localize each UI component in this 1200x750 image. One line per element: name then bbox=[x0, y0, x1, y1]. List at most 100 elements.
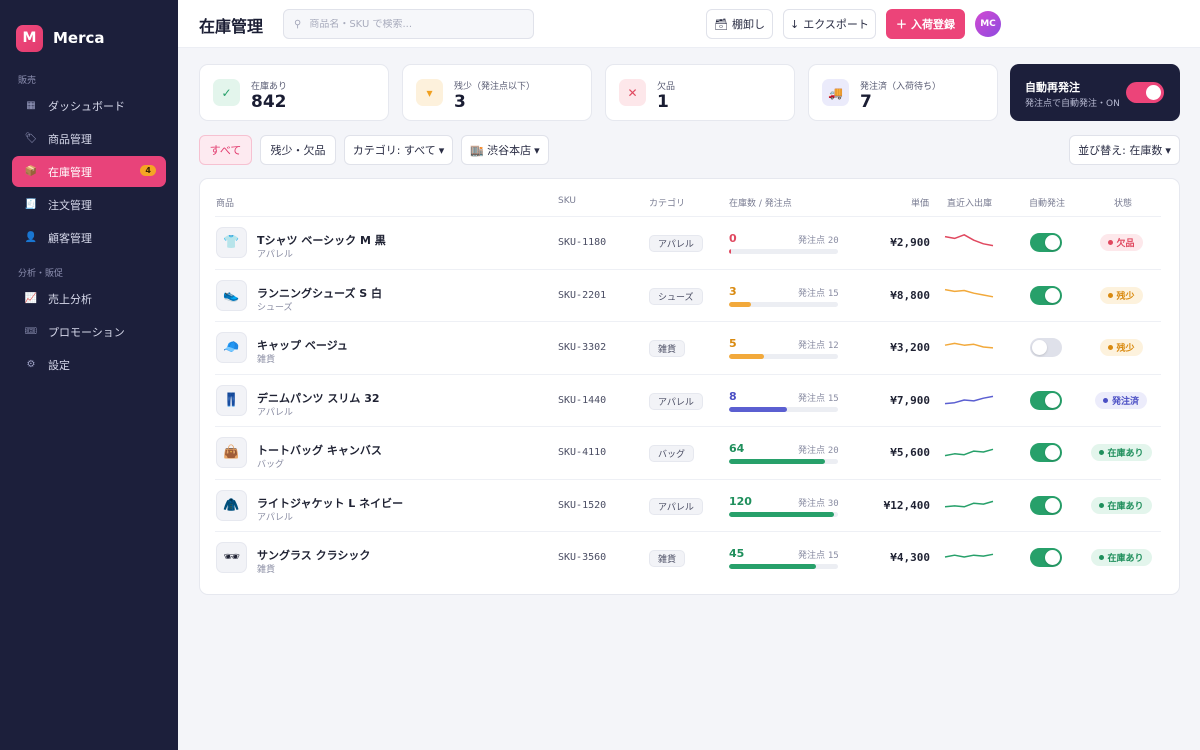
table-row[interactable]: 👕 Tシャツ ベーシック M 黒アパレル SKU-1180 アパレル 0 発注点 20 ¥2… bbox=[215, 216, 1161, 268]
sparkline-path bbox=[944, 395, 994, 404]
table-row[interactable]: 🧥 ライトジャケット L ネイビー アパレル SKU-1520 アパレル 120 発注点 3… bbox=[215, 478, 1161, 531]
sku-code: SKU-2201 bbox=[558, 289, 607, 301]
column-header-price[interactable]: 単価 bbox=[911, 196, 929, 209]
auto-reorder-toggle[interactable] bbox=[1126, 82, 1164, 103]
sidebar-item[interactable]: 🏷 商品管理 bbox=[12, 123, 166, 154]
jacket-icon: 🧥 bbox=[216, 489, 247, 521]
stock-level-fill bbox=[729, 564, 817, 569]
plus-icon: ＋ bbox=[896, 18, 907, 31]
auto-reorder-toggle[interactable] bbox=[1030, 495, 1062, 515]
receive-label: 入荷登録 bbox=[911, 18, 955, 31]
nav-section-label: 分析・販促 bbox=[18, 269, 64, 279]
table-row[interactable]: 👖 デニムパンツ スリム 32 アパレル SKU-1440 アパレル 8 発注点 15 ¥7,… bbox=[215, 373, 1161, 426]
table-row[interactable]: 🕶 サングラス クラシック 雑貨 SKU-3560 雑貨 45 発注点 15 ¥4,300 在庫… bbox=[215, 531, 1161, 583]
store-dropdown[interactable]: 🏬 渋谷本店 ▾ bbox=[461, 135, 549, 165]
reorder-point-prefix: 発注点 bbox=[798, 236, 826, 246]
column-header-status[interactable]: 状態 bbox=[1114, 196, 1132, 209]
column-header-stock[interactable]: 在庫数 / 発注点 bbox=[729, 196, 792, 209]
store-dropdown-label: 渋谷本店 bbox=[487, 144, 532, 157]
sku-code: SKU-1180 bbox=[558, 237, 607, 248]
product-name[interactable]: Tシャツ ベーシック M 黒 bbox=[257, 232, 386, 248]
sidebar-item[interactable]: ▦ ダッシュボード bbox=[12, 90, 166, 121]
export-button[interactable]: ↓ エクスポート bbox=[783, 9, 876, 39]
filter-low-chip[interactable]: 残少・欠品 bbox=[260, 135, 336, 165]
stat-card: 🚚 発注済（入荷待ち） 7 bbox=[808, 64, 998, 121]
stock-level-fill bbox=[729, 249, 732, 254]
product-name[interactable]: キャップ ベージュ bbox=[257, 337, 348, 353]
category-tag: シューズ bbox=[649, 287, 703, 305]
stock-quantity: 120 bbox=[729, 494, 752, 508]
store-icon: 🏬 bbox=[470, 143, 485, 157]
status-badge: 在庫あり bbox=[1090, 549, 1152, 566]
status-dot-icon bbox=[1107, 240, 1113, 245]
sort-dropdown[interactable]: 並び替え: 在庫数 ▾ bbox=[1069, 135, 1180, 165]
stock-level-bar bbox=[729, 511, 838, 517]
table-row[interactable]: 👟 ランニングシューズ S 白シューズ SKU-2201 シューズ 3 発注点 15 ¥8,… bbox=[215, 268, 1161, 321]
status-badge: 発注済 bbox=[1095, 391, 1148, 409]
table-row[interactable]: 🧢 キャップ ベージュ 雑貨 SKU-3302 雑貨 5 発注点 12 ¥3,200 残少 bbox=[215, 321, 1161, 373]
dashboard-icon: ▦ bbox=[26, 100, 36, 111]
sidebar-item[interactable]: ⚙ 設定 bbox=[12, 349, 166, 380]
reorder-point-value: 30 bbox=[827, 498, 839, 509]
auto-reorder-toggle[interactable] bbox=[1030, 443, 1062, 462]
sidebar-item-label: 在庫管理 bbox=[48, 165, 92, 179]
gear-icon: ⚙ bbox=[26, 359, 36, 370]
product-name[interactable]: トートバッグ キャンバス bbox=[257, 442, 382, 458]
auto-reorder-card: 自動再発注 発注点で自動発注・ON bbox=[1010, 64, 1180, 121]
box-icon: 📦 bbox=[24, 166, 38, 177]
sidebar-item[interactable]: 📦 在庫管理 4 bbox=[12, 156, 166, 187]
auto-reorder-title: 自動再発注 bbox=[1025, 81, 1080, 94]
stocktake-button[interactable]: 🗃 棚卸し bbox=[706, 9, 773, 39]
sidebar-item[interactable]: 📈 売上分析 bbox=[12, 283, 166, 314]
sidebar-item[interactable]: 🎟 プロモーション bbox=[12, 316, 166, 347]
trend-sparkline bbox=[944, 553, 994, 558]
product-name[interactable]: デニムパンツ スリム 32 bbox=[257, 390, 380, 406]
auto-reorder-toggle[interactable] bbox=[1030, 233, 1062, 252]
sidebar-item[interactable]: 👤 顧客管理 bbox=[12, 222, 166, 253]
product-name[interactable]: ランニングシューズ S 白 bbox=[257, 285, 382, 301]
category-dropdown[interactable]: カテゴリ: すべて ▾ bbox=[344, 135, 453, 165]
stat-value: 842 bbox=[251, 92, 287, 112]
filter-all-chip[interactable]: すべて bbox=[199, 135, 252, 165]
brand[interactable]: M Merca bbox=[0, 0, 178, 60]
chevron-down-icon: ▾ bbox=[438, 143, 445, 157]
check-icon: ✓ bbox=[213, 79, 240, 106]
cap-icon: 🧢 bbox=[216, 332, 247, 363]
reorder-point-value: 15 bbox=[827, 393, 839, 404]
product-subcategory: 雑貨 bbox=[257, 565, 276, 575]
product-subcategory: アパレル bbox=[257, 407, 293, 418]
unit-price: ¥4,300 bbox=[890, 551, 930, 564]
receive-button[interactable]: ＋ 入荷登録 bbox=[886, 9, 965, 39]
search-input[interactable] bbox=[309, 18, 520, 30]
column-header-sku[interactable]: SKU bbox=[558, 196, 576, 206]
auto-reorder-toggle[interactable] bbox=[1030, 390, 1062, 410]
auto-reorder-toggle[interactable] bbox=[1030, 548, 1062, 567]
avatar[interactable]: MC bbox=[975, 11, 1001, 37]
search-box[interactable]: ⚲ bbox=[283, 9, 534, 39]
product-name[interactable]: ライトジャケット L ネイビー bbox=[257, 495, 403, 511]
sku-code: SKU-1520 bbox=[558, 499, 607, 511]
category-tag: 雑貨 bbox=[649, 340, 686, 357]
product-subcategory: バッグ bbox=[257, 460, 285, 470]
filter-low-label: 残少・欠品 bbox=[270, 144, 326, 157]
caret-down-icon: ▾ bbox=[416, 79, 443, 106]
stock-quantity: 8 bbox=[729, 389, 737, 403]
auto-reorder-toggle[interactable] bbox=[1030, 285, 1062, 305]
product-name[interactable]: サングラス クラシック bbox=[257, 547, 370, 563]
column-header-product[interactable]: 商品 bbox=[216, 196, 234, 209]
stock-quantity: 64 bbox=[729, 442, 745, 455]
sku-code: SKU-3560 bbox=[558, 552, 607, 563]
truck-icon: 🚚 bbox=[822, 79, 849, 106]
stock-level-bar bbox=[729, 459, 838, 464]
sidebar-item[interactable]: 🧾 注文管理 bbox=[12, 189, 166, 220]
sparkline-path bbox=[944, 288, 994, 298]
sparkline-path bbox=[944, 553, 994, 558]
category-tag: アパレル bbox=[649, 392, 703, 410]
column-header-category[interactable]: カテゴリ bbox=[649, 196, 685, 209]
reorder-point-prefix: 発注点 bbox=[798, 446, 826, 456]
table-row[interactable]: 👜 トートバッグ キャンバス バッグ SKU-4110 バッグ 64 発注点 20 ¥5,60… bbox=[215, 426, 1161, 478]
trend-sparkline bbox=[944, 342, 994, 349]
stock-level-bar bbox=[729, 564, 838, 569]
reorder-point-value: 15 bbox=[827, 551, 839, 561]
auto-reorder-toggle[interactable] bbox=[1030, 338, 1062, 357]
